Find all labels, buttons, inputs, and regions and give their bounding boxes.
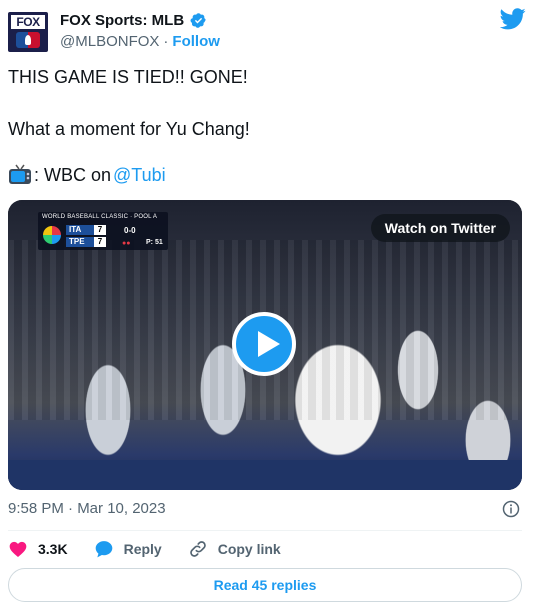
- reply-button[interactable]: Reply: [94, 539, 162, 559]
- scorebug-score-1: 7: [94, 225, 106, 235]
- verified-badge-icon: [190, 13, 206, 28]
- link-icon: [189, 541, 206, 557]
- scorebug: WORLD BASEBALL CLASSIC · POOL A ITA 7 TP…: [38, 212, 168, 250]
- heart-icon: [9, 541, 27, 557]
- mention-link[interactable]: @Tubi: [113, 164, 166, 186]
- video-player[interactable]: WORLD BASEBALL CLASSIC · POOL A ITA 7 TP…: [8, 200, 522, 490]
- scorebug-team-row: TPE 7: [66, 237, 108, 247]
- play-button-icon[interactable]: [232, 312, 296, 376]
- follow-button[interactable]: Follow: [172, 33, 220, 50]
- separator-dot: ·: [163, 33, 169, 50]
- scorebug-score-2: 7: [94, 237, 106, 247]
- info-icon[interactable]: [502, 500, 520, 518]
- divider: [8, 530, 522, 531]
- avatar[interactable]: FOX: [8, 12, 48, 52]
- tweet-text-prefix: : WBC on: [34, 165, 112, 185]
- copy-link-label: Copy link: [217, 541, 281, 557]
- scorebug-pitch-count: P: 51: [146, 239, 163, 246]
- scorebug-count: 0-0: [124, 226, 136, 235]
- wbc-logo-icon: [43, 226, 61, 244]
- tweet-header: FOX FOX Sports: MLB @MLBONFOX · Follow: [8, 8, 526, 54]
- author-handle-row: @MLBONFOX · Follow: [60, 33, 220, 50]
- scorebug-team-1: ITA: [66, 225, 94, 235]
- author-display-name[interactable]: FOX Sports: MLB: [60, 12, 184, 29]
- mlb-logo: [16, 32, 40, 48]
- scorebug-team-row: ITA 7: [66, 225, 108, 235]
- scorebug-outs: ●●: [122, 240, 131, 247]
- tweet-timestamp[interactable]: 9:58 PM · Mar 10, 2023: [8, 500, 166, 517]
- copy-link-button[interactable]: Copy link: [188, 539, 281, 559]
- tweet-text-line-1: THIS GAME IS TIED!! GONE!: [8, 67, 248, 87]
- author-handle[interactable]: @MLBONFOX: [60, 33, 159, 50]
- reply-label: Reply: [123, 541, 162, 557]
- reply-bubble-icon: [95, 541, 112, 558]
- tweet-text-line-3: : WBC on @Tubi: [8, 164, 166, 186]
- avatar-text: FOX: [11, 15, 45, 29]
- watch-on-twitter-button[interactable]: Watch on Twitter: [370, 214, 510, 242]
- scorebug-team-2: TPE: [66, 237, 94, 247]
- scorebug-title: WORLD BASEBALL CLASSIC · POOL A: [42, 214, 158, 220]
- author-name-row: FOX Sports: MLB: [60, 12, 207, 29]
- like-count: 3.3K: [38, 541, 68, 557]
- tweet-actions: 3.3K Reply Copy link: [8, 538, 281, 560]
- tweet-text-line-2: What a moment for Yu Chang!: [8, 119, 250, 139]
- read-replies-button[interactable]: Read 45 replies: [8, 568, 522, 602]
- video-outfield-wall: [8, 460, 522, 490]
- like-button[interactable]: 3.3K: [8, 539, 68, 559]
- television-emoji-icon: [9, 164, 31, 184]
- twitter-bird-icon[interactable]: [500, 8, 526, 30]
